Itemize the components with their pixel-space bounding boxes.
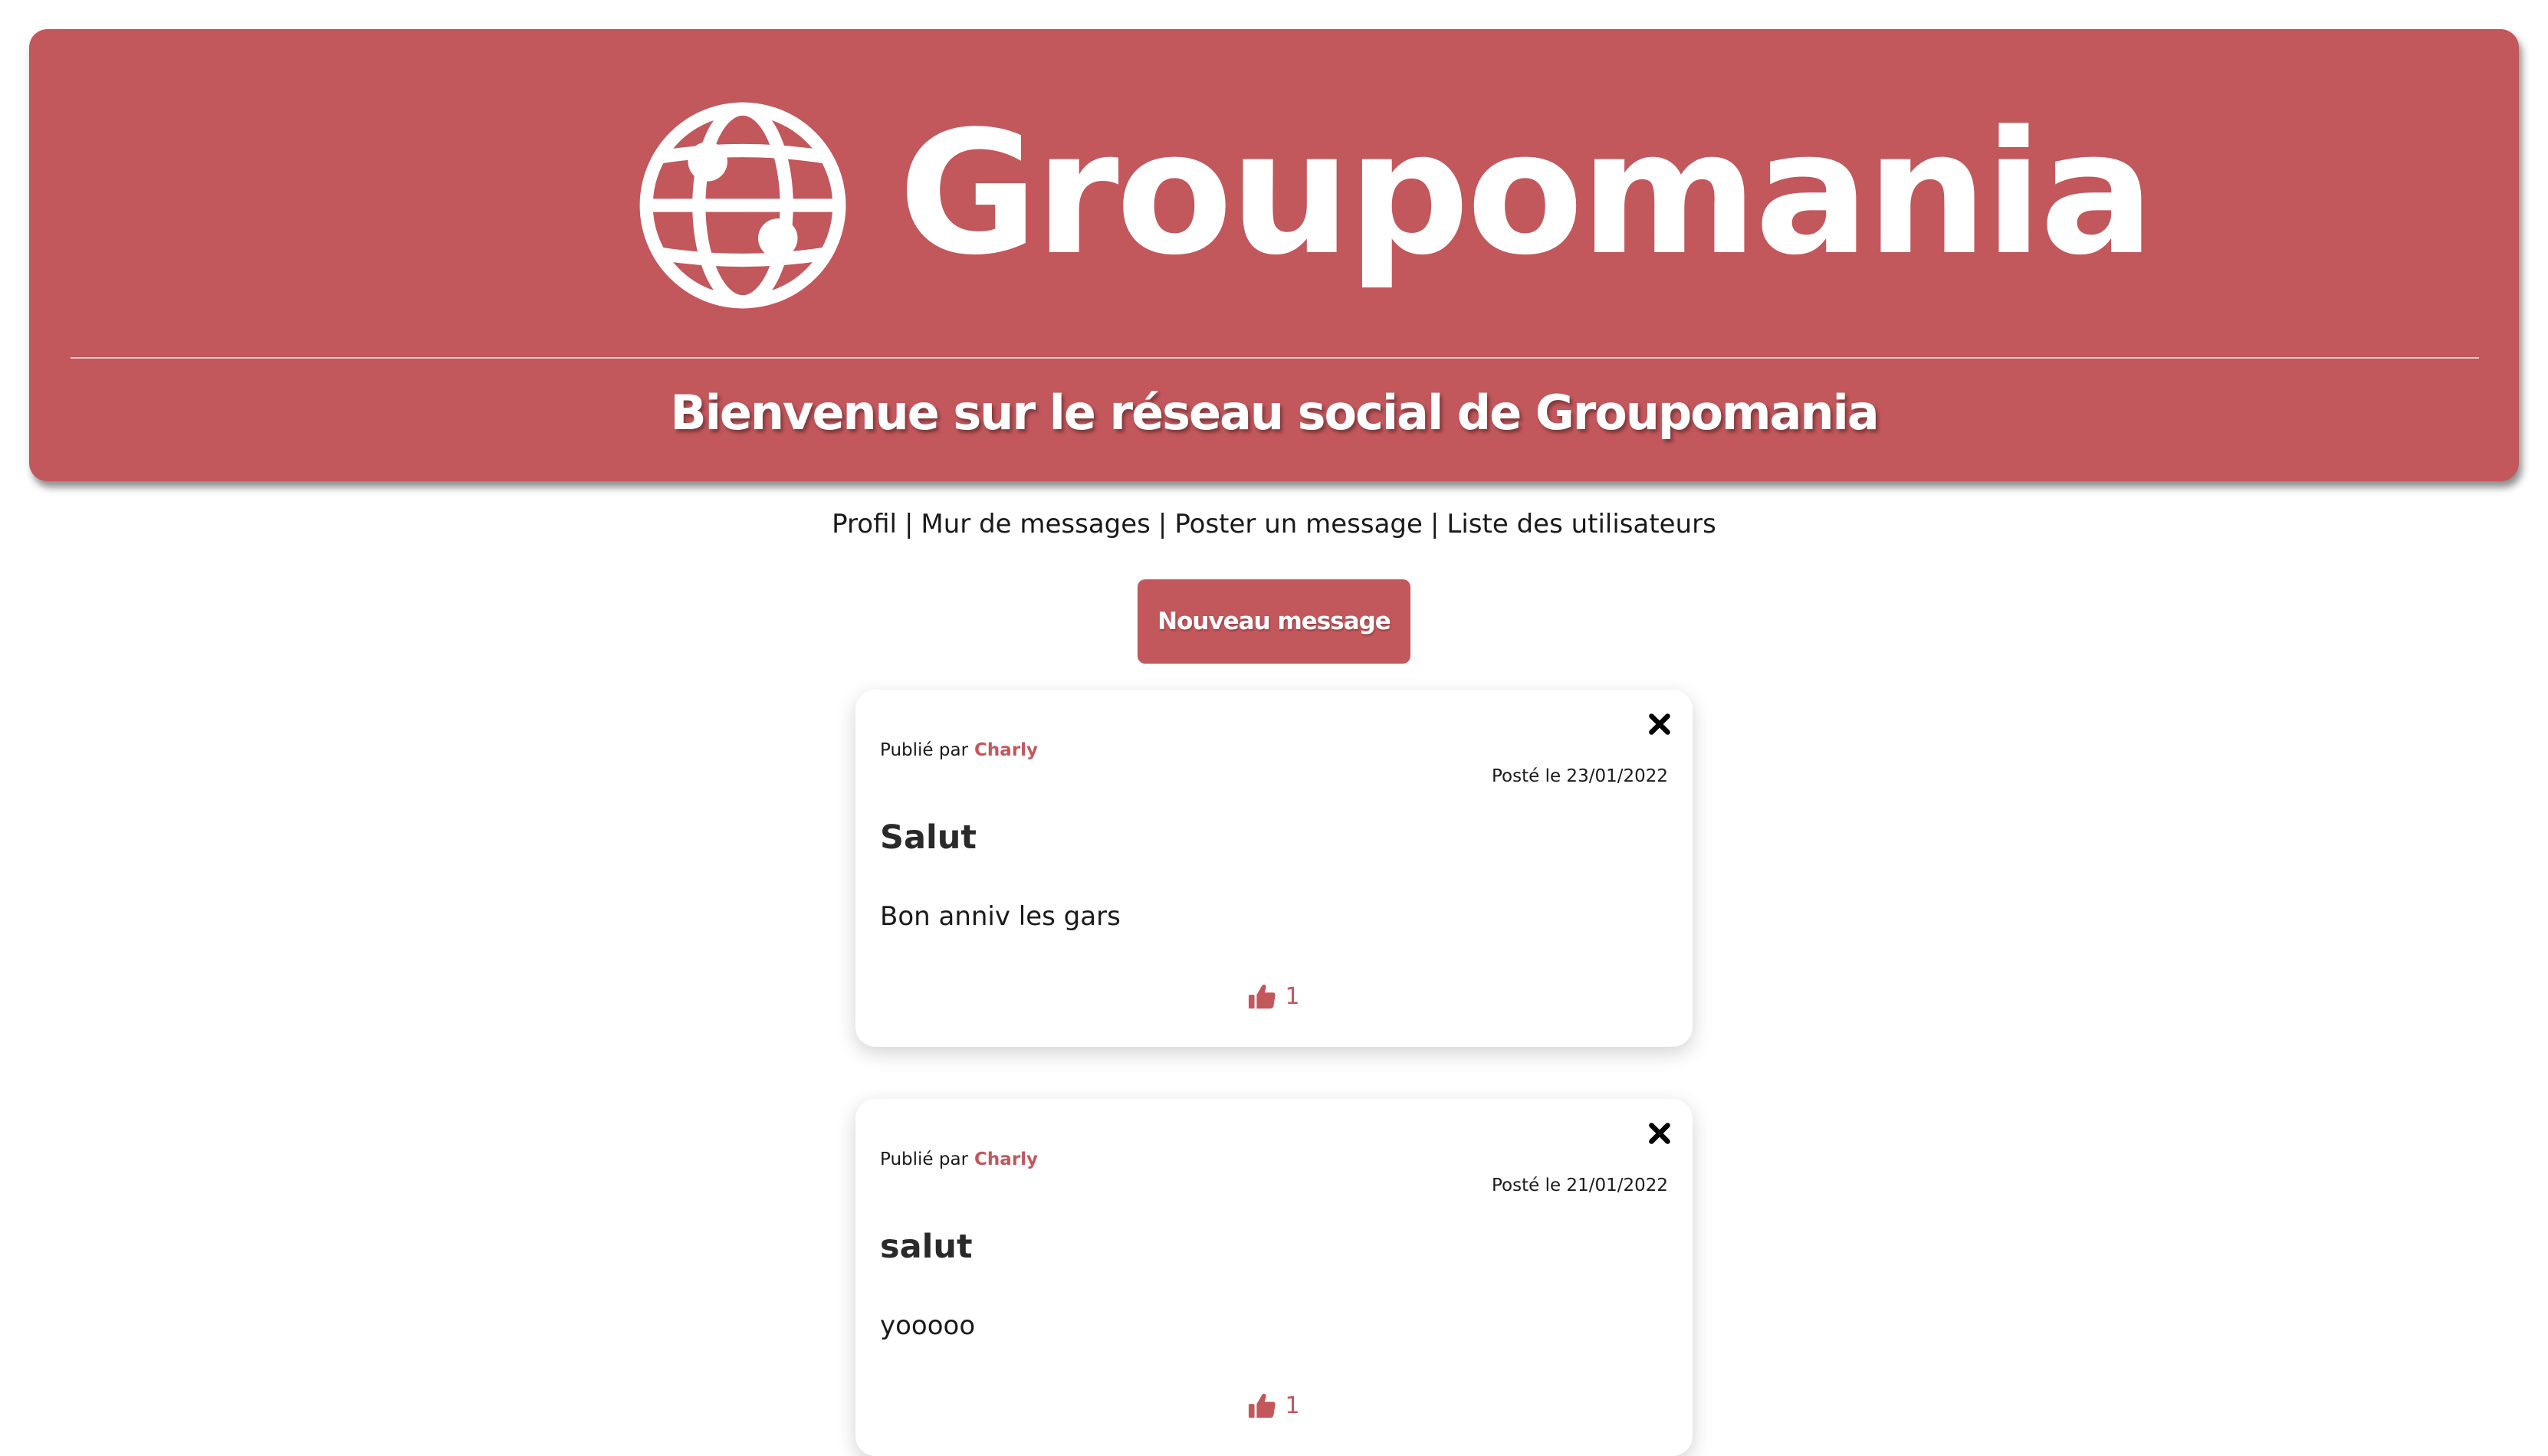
published-by-label: Publié par <box>880 740 969 760</box>
nav-link-mur-de-messages[interactable]: Mur de messages <box>921 509 1151 539</box>
main-nav: Profil | Mur de messages | Poster un message… <box>0 509 2548 539</box>
like-count: 1 <box>1285 982 1300 1010</box>
page-title: Bienvenue sur le réseau social de Groupo… <box>670 385 1879 441</box>
nav-link-profil[interactable]: Profil <box>832 509 897 539</box>
close-icon[interactable] <box>1648 713 1671 736</box>
nav-link-poster-un-message[interactable]: Poster un message <box>1174 509 1423 539</box>
globe-icon <box>639 102 846 309</box>
post-author-name[interactable]: Charly <box>974 1149 1038 1169</box>
like-button[interactable]: 1 <box>855 1392 1693 1419</box>
post-author-name[interactable]: Charly <box>974 740 1038 760</box>
post-body: Bon anniv les gars <box>880 901 1121 932</box>
post-card: Publié par Charly Posté le 21/01/2022 sal… <box>855 1099 1693 1456</box>
nav-link-liste-des-utilisateurs[interactable]: Liste des utilisateurs <box>1446 509 1716 539</box>
post-card: Publié par Charly Posté le 23/01/2022 Sal… <box>855 690 1693 1047</box>
close-icon[interactable] <box>1648 1122 1671 1145</box>
logo-text: Groupomania <box>898 95 2155 293</box>
nav-separator: | <box>1430 509 1440 539</box>
like-count: 1 <box>1285 1392 1300 1419</box>
thumbs-up-icon <box>1249 984 1276 1009</box>
post-body: yooooo <box>880 1310 976 1341</box>
post-title: Salut <box>880 818 977 857</box>
post-date: Posté le 23/01/2022 <box>1492 766 1668 786</box>
nav-separator: | <box>904 509 914 539</box>
nav-separator: | <box>1157 509 1167 539</box>
groupomania-logo: Groupomania <box>633 90 2155 320</box>
post-author-line: Publié par Charly <box>880 1149 1038 1169</box>
new-message-button[interactable]: Nouveau message <box>1138 579 1410 664</box>
post-title: salut <box>880 1228 973 1266</box>
thumbs-up-icon <box>1249 1393 1276 1418</box>
post-date: Posté le 21/01/2022 <box>1492 1176 1668 1195</box>
site-header: Groupomania Bienvenue sur le réseau soci… <box>29 29 2519 481</box>
published-by-label: Publié par <box>880 1149 969 1169</box>
header-divider <box>71 357 2479 359</box>
post-author-line: Publié par Charly <box>880 740 1038 760</box>
like-button[interactable]: 1 <box>855 982 1693 1010</box>
